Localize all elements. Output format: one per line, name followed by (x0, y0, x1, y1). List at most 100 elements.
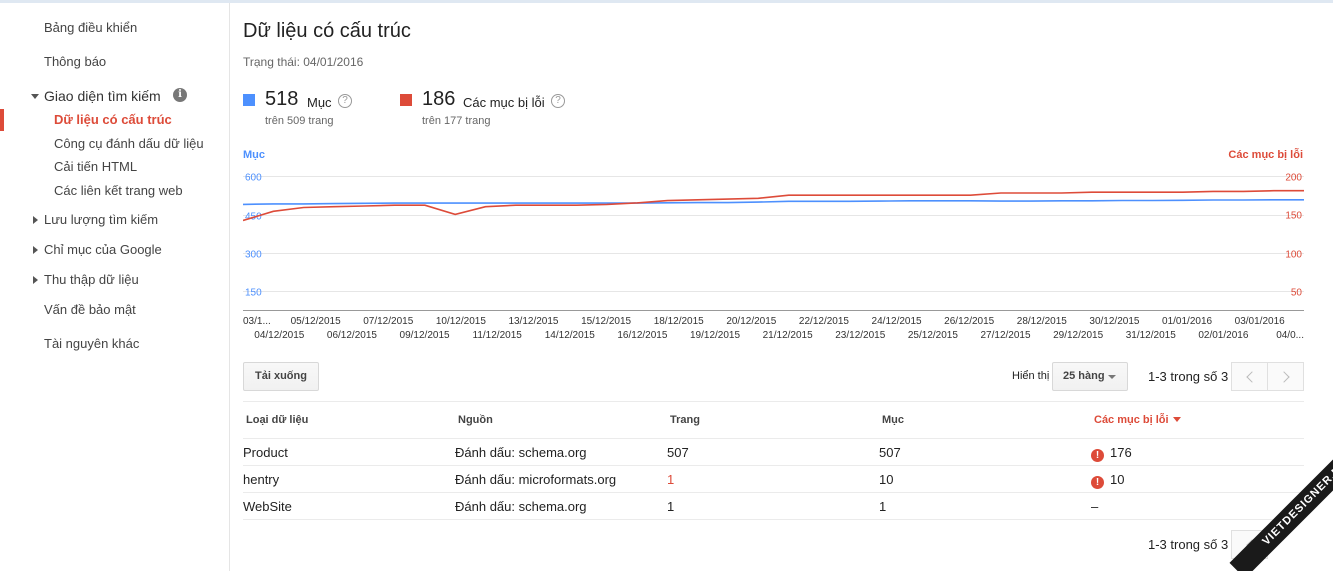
chevron-right-icon (1278, 371, 1290, 383)
sidebar-item-label: Bảng điều khiển (44, 20, 138, 35)
sidebar-item-label: Thông báo (44, 54, 107, 69)
errors-label: Các mục bị lỗi (463, 95, 545, 110)
x-tick-label: 31/12/2015 (1126, 330, 1176, 341)
table-row[interactable]: hentry Đánh dấu: microformats.org 1 10 !… (243, 466, 1304, 493)
col-header-errors[interactable]: Các mục bị lỗi (1094, 414, 1181, 426)
sidebar-item-label: Tài nguyên khác (44, 336, 140, 351)
sidebar-item-label: Vấn đề bảo mật (44, 302, 136, 317)
sidebar-item-label: Giao diện tìm kiếm (44, 88, 161, 104)
cell-pages: 507 (667, 445, 689, 460)
table-row[interactable]: Product Đánh dấu: schema.org 507 507 ! 17… (243, 439, 1304, 466)
download-button[interactable]: Tải xuống (243, 362, 319, 391)
info-icon[interactable]: i (173, 88, 187, 102)
cell-pages: 1 (667, 472, 675, 487)
cell-items: 10 (879, 472, 894, 487)
error-icon: ! (1091, 449, 1104, 462)
y-tick-label: 600 (245, 173, 262, 184)
x-tick-label: 06/12/2015 (327, 330, 377, 341)
x-tick-label: 24/12/2015 (872, 316, 922, 327)
chevron-right-icon (33, 216, 38, 224)
col-header-source[interactable]: Nguồn (458, 414, 493, 426)
watermark-corner: VIETDESIGNER.NET (1213, 451, 1333, 571)
x-tick-label: 16/12/2015 (617, 330, 667, 341)
errors-count: 186 (422, 88, 456, 110)
col-header-type[interactable]: Loại dữ liệu (246, 414, 308, 426)
x-tick-label: 23/12/2015 (835, 330, 885, 341)
cell-items: 1 (879, 499, 887, 514)
chevron-down-icon (31, 94, 39, 99)
chevron-right-icon (33, 276, 38, 284)
x-tick-label: 13/12/2015 (508, 316, 558, 327)
x-tick-label: 28/12/2015 (1017, 316, 1067, 327)
table-row[interactable]: WebSite Đánh dấu: schema.org 1 1 – (243, 493, 1304, 520)
items-sub: trên 509 trang (265, 115, 334, 127)
cell-type: Product (243, 445, 288, 460)
errors-sub: trên 177 trang (422, 115, 491, 127)
x-tick-label: 09/12/2015 (400, 330, 450, 341)
sort-desc-icon (1172, 417, 1181, 422)
x-tick-label: 01/01/2016 (1162, 316, 1212, 327)
items-label: Mục (307, 95, 332, 110)
status-date: Trạng thái: 04/01/2016 (243, 55, 364, 69)
rows-value: 25 hàng (1063, 370, 1105, 382)
cell-source: Đánh dấu: schema.org (455, 445, 587, 460)
x-tick-label: 04/0... (1276, 330, 1304, 341)
help-icon[interactable]: ? (551, 94, 565, 108)
y2-tick-label: 50 (1291, 288, 1303, 299)
cell-items: 507 (879, 445, 901, 460)
col-header-errors-label: Các mục bị lỗi (1094, 414, 1169, 426)
y2-tick-label: 150 (1285, 211, 1302, 222)
active-indicator (0, 109, 4, 131)
series-line-items (243, 198, 1304, 206)
rows-per-page-select[interactable]: 25 hàng (1052, 362, 1128, 391)
chart-right-axis-label: Các mục bị lỗi (1228, 149, 1303, 161)
sidebar-nav: Bảng điều khiển Thông báo Giao diện tìm … (0, 3, 230, 571)
watermark-text: VIETDESIGNER.NET (1229, 451, 1333, 571)
sidebar-item-label: Lưu lượng tìm kiếm (44, 212, 159, 227)
cell-type: hentry (243, 472, 280, 487)
cell-source: Đánh dấu: schema.org (455, 499, 587, 514)
cell-errors: – (1091, 499, 1099, 514)
prev-page-button[interactable] (1231, 362, 1268, 391)
x-tick-label: 22/12/2015 (799, 316, 849, 327)
sidebar-item-label: Các liên kết trang web (54, 183, 183, 198)
errors-color-swatch (400, 94, 412, 106)
y-tick-label: 150 (245, 288, 262, 299)
x-tick-label: 21/12/2015 (763, 330, 813, 341)
cell-errors: ! 10 (1091, 472, 1124, 489)
y2-tick-label: 200 (1285, 173, 1302, 184)
series-line-errors (243, 189, 1304, 222)
cell-pages: 1 (667, 499, 675, 514)
x-tick-label: 26/12/2015 (944, 316, 994, 327)
x-tick-label: 18/12/2015 (654, 316, 704, 327)
x-tick-label: 20/12/2015 (726, 316, 776, 327)
x-tick-label: 19/12/2015 (690, 330, 740, 341)
x-tick-label: 11/12/2015 (473, 330, 523, 341)
pager-text: 1-3 trong số 3 (1148, 369, 1229, 384)
next-page-button[interactable] (1267, 362, 1304, 391)
x-tick-label: 27/12/2015 (980, 330, 1030, 341)
col-header-pages[interactable]: Trang (670, 414, 700, 426)
x-tick-label: 25/12/2015 (908, 330, 958, 341)
x-tick-label: 14/12/2015 (545, 330, 595, 341)
sidebar-item-label: Công cụ đánh dấu dữ liệu (54, 136, 204, 151)
sidebar-item-label: Thu thập dữ liệu (44, 272, 139, 287)
x-tick-label: 30/12/2015 (1089, 316, 1139, 327)
col-header-items[interactable]: Mục (882, 414, 904, 426)
help-icon[interactable]: ? (338, 94, 352, 108)
chevron-left-icon (1246, 371, 1258, 383)
x-tick-label: 10/12/2015 (436, 316, 486, 327)
x-tick-label: 03/01/2016 (1235, 316, 1285, 327)
items-count: 518 (265, 88, 299, 110)
chart-left-axis-label: Mục (243, 149, 265, 161)
cell-errors-value: 176 (1110, 445, 1132, 460)
error-icon: ! (1091, 476, 1104, 489)
sidebar-item-label: Chỉ mục của Google (44, 242, 162, 257)
cell-errors-value: 10 (1110, 472, 1125, 487)
y2-tick-label: 100 (1285, 250, 1302, 261)
x-tick-label: 15/12/2015 (581, 316, 631, 327)
y-tick-label: 300 (245, 250, 262, 261)
x-tick-label: 02/01/2016 (1198, 330, 1248, 341)
sidebar-item-label: Dữ liệu có cấu trúc (54, 112, 172, 127)
x-tick-label: 04/12/2015 (254, 330, 304, 341)
